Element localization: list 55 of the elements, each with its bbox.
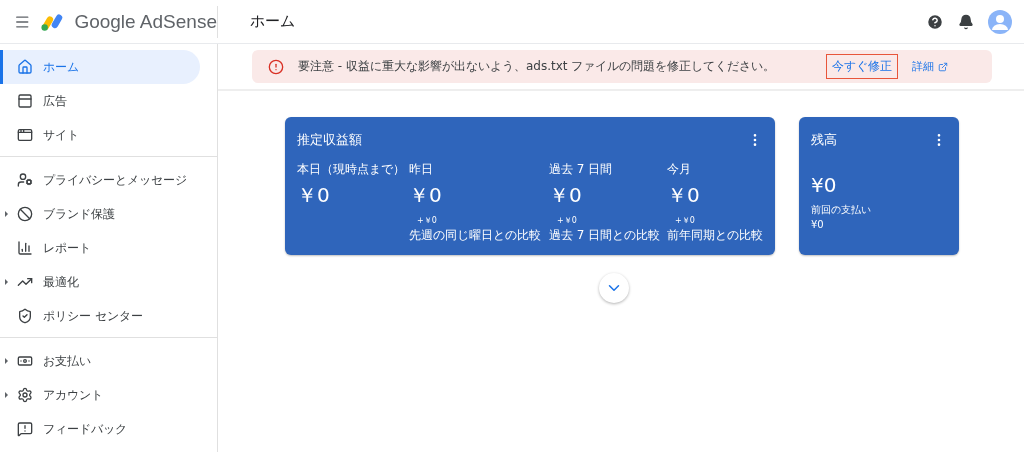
expand-caret-icon[interactable] [5,279,8,285]
metric-change: +￥0 [675,215,696,226]
sidebar-item[interactable]: 最適化 [0,265,200,299]
metric-label: 昨日 [409,161,434,178]
alert-message: 要注意 - 収益に重大な影響が出ないよう、ads.txt ファイルの問題を修正してください。 [298,58,777,75]
settings-icon [17,387,33,403]
product-name: Google AdSense [74,10,217,33]
panel-icon [17,93,33,109]
metric-value: ￥0 [409,182,443,209]
metric-label: 今月 [667,161,692,178]
expand-caret-icon[interactable] [5,211,8,217]
details-link[interactable]: 詳細 [912,59,948,74]
person-gear-icon [17,172,33,188]
sidebar-item[interactable]: サイト [0,118,200,152]
sidebar-item[interactable]: 広告 [0,84,200,118]
metric-label: 過去 7 日間 [549,161,614,178]
fix-now-button[interactable]: 今すぐ修正 [826,54,898,79]
prohibited-icon [17,206,33,222]
comparison-label: 過去 7 日間との比較 [549,227,662,244]
bell-icon[interactable] [958,13,974,30]
card-title: 残高 [811,131,837,149]
logo-icon [40,11,65,32]
alert-icon [268,58,284,75]
shield-icon [17,308,33,324]
last-payment-value: ¥0 [811,219,825,230]
sidebar-item[interactable]: ホーム [0,50,200,84]
sidebar-item[interactable]: レポート [0,231,200,265]
sidebar-item[interactable]: プライバシーとメッセージ [0,163,200,197]
sidebar-item[interactable]: お支払い [0,344,200,378]
metric-value: ￥0 [667,182,701,209]
comparison-label: 先週の同じ曜日との比較 [409,227,542,244]
expand-button[interactable] [599,273,629,303]
feedback-icon [17,421,33,437]
expand-caret-icon[interactable] [5,392,8,398]
browser-window-icon [17,127,33,143]
sidebar-item[interactable]: ブランド保護 [0,197,200,231]
metric-label: 本日（現時点まで） [297,161,406,178]
metric-change: +￥0 [417,215,438,226]
banknote-icon [17,353,33,369]
metric-value: ￥0 [549,182,583,209]
balance-value: ¥0 [811,173,838,197]
last-payment-label: 前回の支払い [811,203,872,217]
sidebar-item[interactable]: ポリシー センター [0,299,200,333]
page-title: ホーム [250,12,296,31]
sidebar-item[interactable]: アカウント [0,378,200,412]
help-icon[interactable] [926,12,944,31]
comparison-label: 前年同期との比較 [667,227,763,244]
expand-caret-icon[interactable] [5,358,8,364]
external-link-icon [938,61,948,72]
metric-value: ￥0 [297,182,331,209]
metric-change: +￥0 [557,215,578,226]
home-icon [17,59,33,75]
card-title: 推定収益額 [297,131,362,149]
bar-chart-icon [17,240,33,256]
sidebar-item[interactable]: フィードバック [0,412,200,446]
